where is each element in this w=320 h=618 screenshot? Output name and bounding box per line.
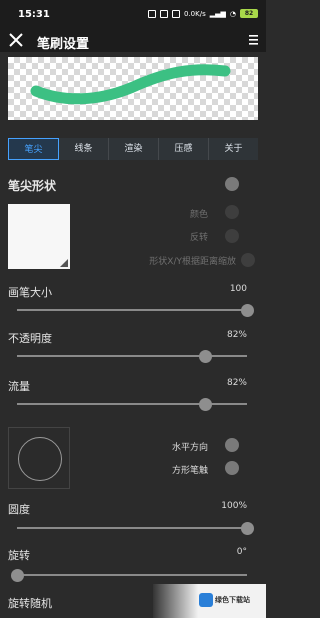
roundness-label: 圆度 <box>8 503 30 516</box>
rotation-random-label: 旋转随机 <box>8 597 52 610</box>
alarm-icon <box>160 9 168 18</box>
scale-by-distance-toggle[interactable] <box>241 253 255 267</box>
tip-shape-toggle[interactable] <box>225 177 239 191</box>
invert-toggle[interactable] <box>225 229 239 243</box>
invert-label: 反转 <box>189 233 208 243</box>
battery-icon: 82 <box>240 9 258 18</box>
roundness-track[interactable] <box>17 527 247 529</box>
opacity-thumb[interactable] <box>199 350 213 363</box>
wifi-icon: ◔ <box>229 9 236 18</box>
brush-size-value: 100 <box>229 284 247 294</box>
tab-stroke[interactable]: 线条 <box>59 138 109 160</box>
tab-pressure[interactable]: 压感 <box>159 138 209 160</box>
flow-track[interactable] <box>17 403 247 405</box>
network-speed: 0.0K/s <box>184 9 206 18</box>
status-time: 15:31 <box>18 9 50 20</box>
flip-horizontal-label: 水平方向 <box>171 443 208 453</box>
rotation-label: 旋转 <box>8 549 30 562</box>
tip-shape-title: 笔尖形状 <box>8 179 57 193</box>
signal-icon: ▂▄▆ <box>209 9 226 18</box>
roundness-value: 100% <box>221 501 247 511</box>
notification-icon <box>148 9 156 18</box>
roundness-thumb[interactable] <box>240 522 254 535</box>
watermark: 绿色下载站 <box>153 584 266 618</box>
page-title: 笔刷设置 <box>37 37 90 52</box>
roundness-preview[interactable] <box>8 427 70 489</box>
brush-preview <box>8 57 258 120</box>
brush-size-label: 画笔大小 <box>8 286 52 299</box>
status-bar: 15:31 0.0K/s ▂▄▆ ◔ 82 <box>0 0 266 30</box>
brush-size-thumb[interactable] <box>240 304 254 317</box>
tab-render[interactable]: 渲染 <box>109 138 159 160</box>
ellipse-shape-icon <box>18 437 62 481</box>
tab-bar: 笔尖 线条 渲染 压感 关于 <box>8 138 258 160</box>
menu-icon[interactable] <box>249 34 258 46</box>
flow-value: 82% <box>226 378 247 388</box>
square-tip-label: 方形笔触 <box>171 466 208 476</box>
scale-by-distance-label: 形状X/Y根据距离缩放 <box>149 257 236 267</box>
watermark-text: 绿色下载站 <box>215 596 250 604</box>
tip-shape-preview[interactable] <box>8 204 70 269</box>
flip-horizontal-toggle[interactable] <box>225 438 239 452</box>
opacity-track[interactable] <box>17 355 247 357</box>
flow-thumb[interactable] <box>199 398 213 411</box>
corner-indicator-icon <box>60 259 68 267</box>
status-icons: 0.0K/s ▂▄▆ ◔ 82 <box>148 9 258 18</box>
flow-label: 流量 <box>8 380 30 393</box>
title-bar: 笔刷设置 <box>0 30 266 52</box>
color-label: 颜色 <box>189 210 208 220</box>
tab-about[interactable]: 关于 <box>209 138 258 160</box>
opacity-label: 不透明度 <box>8 332 52 345</box>
color-toggle[interactable] <box>225 205 239 219</box>
brush-size-track[interactable] <box>17 309 247 311</box>
rotation-track[interactable] <box>17 574 247 576</box>
rotation-value: 0° <box>236 547 247 557</box>
rotation-thumb[interactable] <box>10 569 24 582</box>
square-tip-toggle[interactable] <box>225 461 239 475</box>
tab-tip[interactable]: 笔尖 <box>8 138 59 160</box>
watermark-logo-icon <box>199 593 213 607</box>
bluetooth-icon <box>172 9 180 18</box>
opacity-value: 82% <box>226 330 247 340</box>
close-icon[interactable] <box>8 32 24 48</box>
brush-stroke <box>30 64 231 105</box>
